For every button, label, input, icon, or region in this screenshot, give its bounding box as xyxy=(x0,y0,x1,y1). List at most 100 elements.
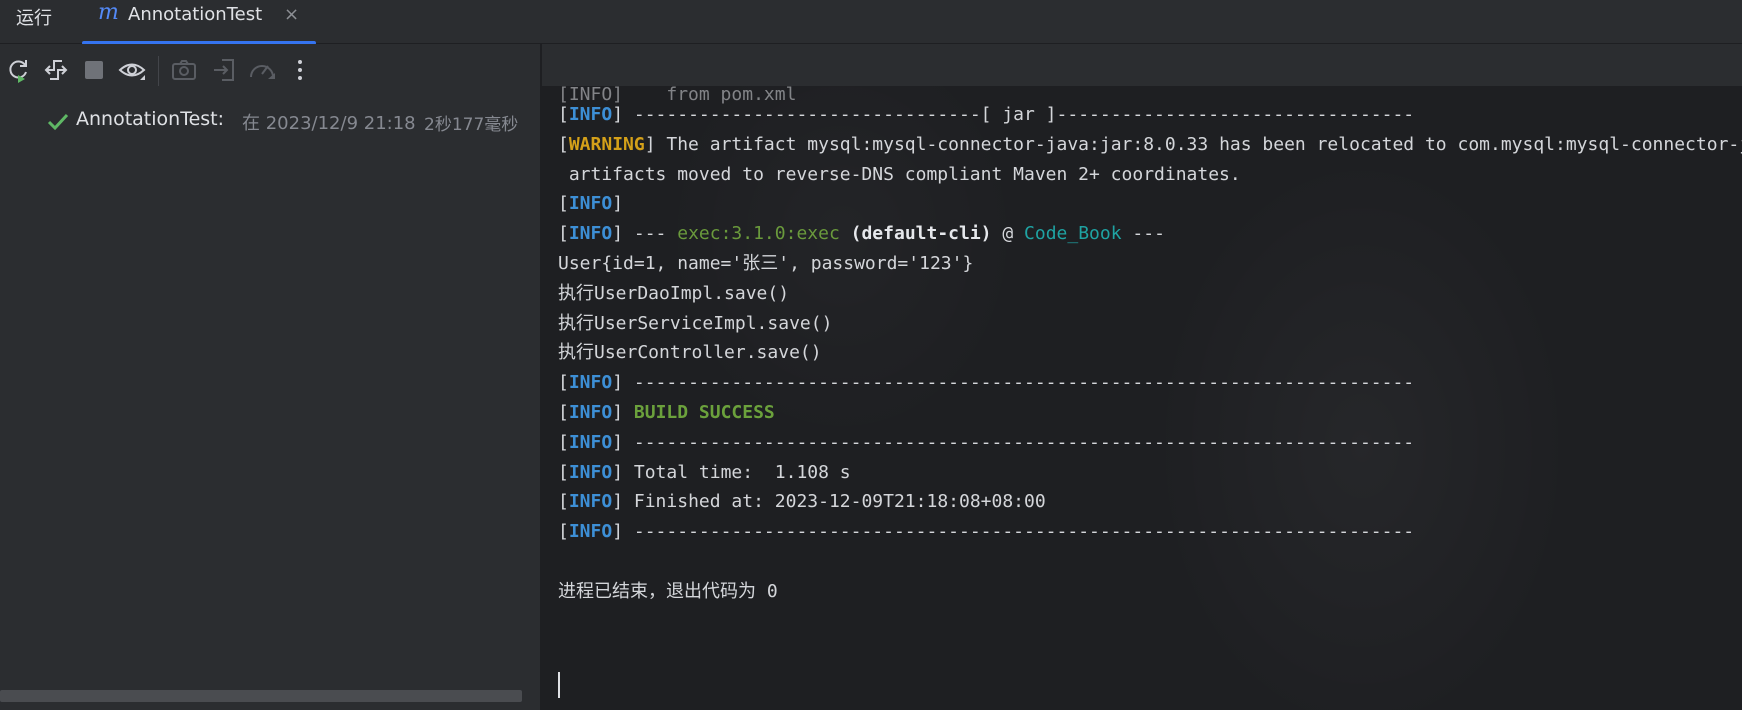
test-tree-panel: AnnotationTest: 在 2023/12/9 21:18 2秒177毫… xyxy=(0,96,540,710)
log-text: ----------------------------------------… xyxy=(623,431,1415,453)
screenshot-icon xyxy=(172,60,196,80)
log-text: --- xyxy=(623,223,678,245)
log-text: --------------------------------[ jar ]-… xyxy=(623,104,1415,125)
log-text: Finished at: 2023-12-09T21:18:08+08:00 xyxy=(623,491,1046,513)
close-icon[interactable]: × xyxy=(284,4,299,25)
bracket: [ xyxy=(558,372,569,394)
log-text: ----------------------------------------… xyxy=(623,372,1415,394)
log-text: The artifact mysql:mysql-connector-java:… xyxy=(666,133,1742,155)
bracket: [ xyxy=(558,193,569,215)
console-line: [INFO] Finished at: 2023-12-09T21:18:08+… xyxy=(558,487,1046,517)
console-line: [WARNING] The artifact mysql:mysql-conne… xyxy=(558,130,1742,160)
log-text: 执行UserDaoImpl.save() xyxy=(558,282,790,304)
rerun-failed-icon xyxy=(44,60,68,80)
toolbar-separator xyxy=(158,56,159,86)
console-line: [INFO] Total time: 1.108 s xyxy=(558,458,851,488)
bracket: [ xyxy=(558,402,569,423)
coverage-icon xyxy=(250,65,275,79)
bracket: [ xyxy=(558,223,569,245)
bracket: ] xyxy=(612,431,624,453)
console-line: User{id=1, name='张三', password='123'} xyxy=(558,249,973,279)
import-button[interactable] xyxy=(210,56,238,84)
console-line: [INFO] ---------------------------------… xyxy=(558,428,1414,458)
run-toolbar xyxy=(0,44,540,96)
console-line: [INFO] ---------------------------------… xyxy=(558,368,1414,398)
run-tool-window: 运行 m AnnotationTest × AnnotationTest: 在 … xyxy=(0,0,1742,710)
bracket: ] xyxy=(612,461,624,483)
rerun-icon xyxy=(9,60,27,83)
build-status: BUILD SUCCESS xyxy=(633,402,775,423)
log-text: User{id=1, name='张三', password='123'} xyxy=(558,253,974,274)
console-line: 执行UserServiceImpl.save() xyxy=(558,309,832,339)
screenshot-button[interactable] xyxy=(170,56,198,84)
console-line: [INFO] BUILD SUCCESS xyxy=(558,398,775,428)
console-line: [INFO] --------------------------------[… xyxy=(558,100,1414,130)
log-text: --- xyxy=(1121,223,1165,245)
bracket: ] xyxy=(612,372,624,394)
text-caret xyxy=(558,672,560,698)
rerun-button[interactable] xyxy=(4,56,32,84)
log-level: INFO xyxy=(568,104,613,125)
bracket: [ xyxy=(558,133,569,155)
log-level: INFO xyxy=(568,372,613,394)
log-text: @ xyxy=(991,223,1025,245)
log-text: 进程已结束，退出代码为 0 xyxy=(558,580,778,602)
bracket: [ xyxy=(558,431,569,453)
bracket: [ xyxy=(558,521,569,543)
log-level: INFO xyxy=(568,193,613,215)
check-icon xyxy=(47,113,69,131)
log-text: ----------------------------------------… xyxy=(623,521,1415,543)
stop-button[interactable] xyxy=(80,56,108,84)
bracket: ] xyxy=(612,402,624,423)
tab-label: AnnotationTest xyxy=(128,4,263,25)
import-icon xyxy=(214,59,234,81)
console-line: 进程已结束，退出代码为 0 xyxy=(558,577,778,607)
project-name: Code_Book xyxy=(1024,223,1122,245)
show-passed-icon xyxy=(118,63,146,80)
console-output[interactable]: [INFO] from pom.xml [INFO] -------------… xyxy=(542,86,1742,710)
tab-annotation-test[interactable]: m AnnotationTest × xyxy=(82,0,316,45)
bracket: ] xyxy=(612,491,624,513)
bracket: ] xyxy=(612,193,624,215)
console-line: [INFO] xyxy=(558,189,623,219)
log-text: 执行UserServiceImpl.save() xyxy=(558,312,833,334)
stop-icon xyxy=(85,61,103,79)
bracket: [ xyxy=(558,491,569,513)
horizontal-scrollbar[interactable] xyxy=(0,690,522,702)
log-level: INFO xyxy=(568,491,613,513)
test-run-time: 在 2023/12/9 21:18 xyxy=(242,113,416,134)
more-icon xyxy=(298,60,302,80)
console-line: 执行UserDaoImpl.save() xyxy=(558,279,789,309)
bracket: ] xyxy=(644,133,656,155)
maven-run-config-icon: m xyxy=(98,0,119,25)
log-level: INFO xyxy=(568,431,613,453)
tool-window-title: 运行 xyxy=(16,8,52,29)
plugin-goal: exec:3.1.0:exec xyxy=(677,223,840,245)
bracket: ] xyxy=(612,521,624,543)
log-level: INFO xyxy=(568,223,613,245)
more-options-button[interactable] xyxy=(286,56,314,84)
console-line: [INFO] ---------------------------------… xyxy=(558,517,1414,547)
coverage-button[interactable] xyxy=(248,56,276,84)
console-line: artifacts moved to reverse-DNS compliant… xyxy=(558,160,1241,190)
log-text: 执行UserController.save() xyxy=(558,342,822,364)
log-text: Total time: 1.108 s xyxy=(623,461,851,483)
test-duration: 2秒177毫秒 xyxy=(424,115,519,135)
console-line: [INFO] --- exec:3.1.0:exec (default-cli)… xyxy=(558,219,1165,249)
console-line: 执行UserController.save() xyxy=(558,338,822,368)
test-name: AnnotationTest: xyxy=(76,108,225,130)
rerun-failed-button[interactable] xyxy=(42,56,70,84)
log-level: INFO xyxy=(568,461,613,483)
log-level: INFO xyxy=(568,521,613,543)
log-level: INFO xyxy=(568,402,613,423)
log-level: WARNING xyxy=(568,133,645,155)
log-text: artifacts moved to reverse-DNS compliant… xyxy=(558,163,1241,185)
execution-id: (default-cli) xyxy=(839,223,992,245)
bracket: [ xyxy=(558,461,569,483)
show-passed-button[interactable] xyxy=(118,56,146,84)
bracket: ] xyxy=(612,104,624,125)
tab-bar: 运行 m AnnotationTest × xyxy=(0,0,1742,45)
bracket: [ xyxy=(558,104,569,125)
bracket: ] xyxy=(612,223,624,245)
